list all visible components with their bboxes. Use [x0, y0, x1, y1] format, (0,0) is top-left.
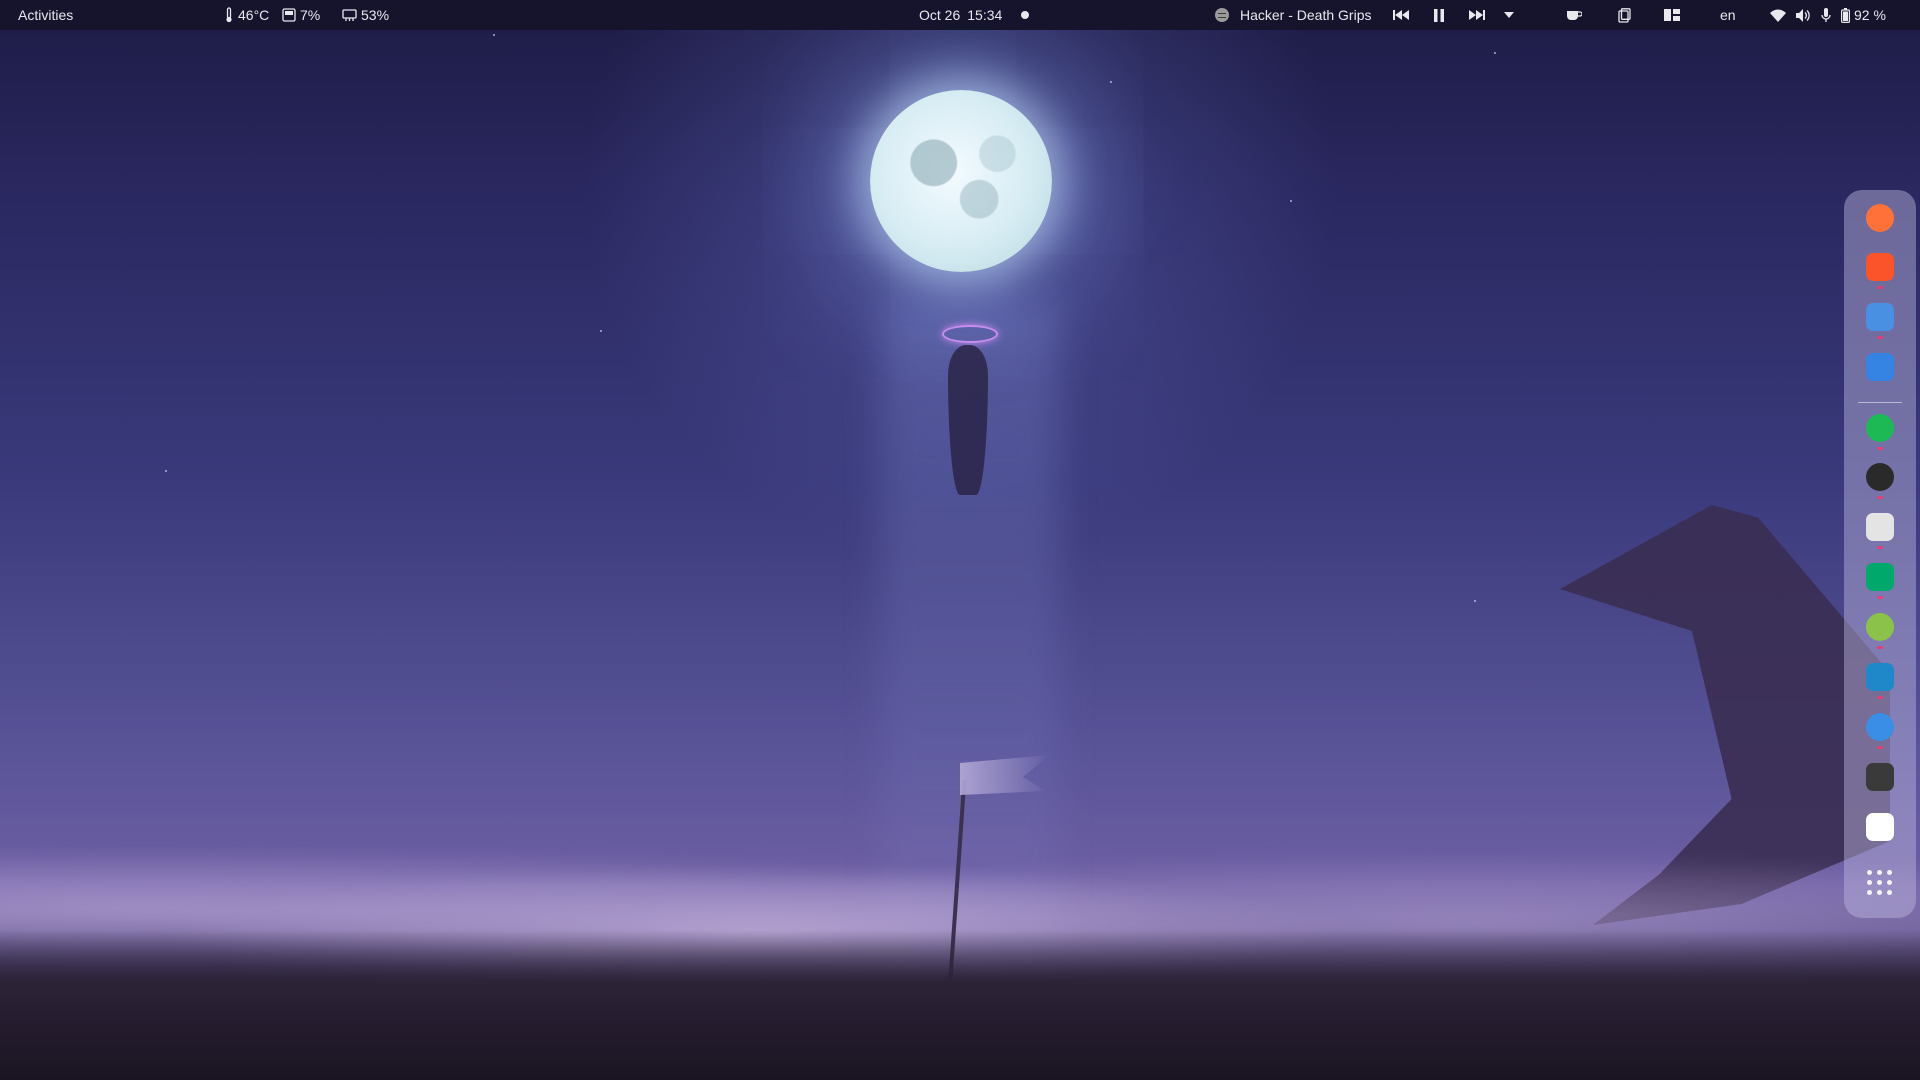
app-grid-icon: [1877, 880, 1882, 885]
date-label: Oct 26: [919, 7, 961, 23]
disk-indicator[interactable]: 7%: [282, 0, 320, 30]
skip-forward-icon: [1469, 10, 1485, 20]
star: [600, 330, 602, 332]
system-menu-button[interactable]: 92 %: [1770, 0, 1886, 30]
app-grid-icon: [1887, 890, 1892, 895]
pause-icon: [1434, 8, 1444, 22]
dock-separator: [1858, 402, 1902, 403]
time-label: 15:34: [967, 7, 1003, 23]
star: [165, 470, 167, 472]
moon: [870, 90, 1052, 272]
next-track-button[interactable]: [1469, 0, 1485, 30]
running-indicator: [1877, 596, 1883, 599]
battery-icon: [1841, 7, 1850, 23]
previous-track-button[interactable]: [1393, 0, 1409, 30]
archive-icon[interactable]: [1866, 763, 1894, 791]
running-indicator: [1877, 746, 1883, 749]
star: [1290, 200, 1292, 202]
thermometer-icon: [226, 7, 232, 23]
running-indicator: [1877, 336, 1883, 339]
calculator-icon[interactable]: [1866, 513, 1894, 541]
clipboard-button[interactable]: [1618, 0, 1631, 30]
halo: [942, 325, 998, 343]
spotify-icon[interactable]: [1866, 414, 1894, 442]
temperature-value: 46°C: [238, 7, 270, 23]
disk-icon: [282, 8, 296, 22]
software-icon[interactable]: [1866, 353, 1894, 381]
microphone-icon: [1821, 7, 1831, 22]
skip-back-icon: [1393, 10, 1409, 20]
floating-figure: [948, 345, 988, 495]
app-grid-icon: [1887, 880, 1892, 885]
running-indicator: [1877, 546, 1883, 549]
battery-indicator: 92 %: [1841, 7, 1886, 23]
play-pause-button[interactable]: [1433, 0, 1445, 30]
memory-icon: [342, 8, 357, 21]
coffee-cup-icon: [1567, 11, 1582, 20]
star: [493, 34, 495, 36]
desktop-wallpaper: [0, 0, 1920, 1080]
extensions-icon[interactable]: [1866, 613, 1894, 641]
media-player-icon: [1215, 8, 1229, 22]
app-grid-icon: [1867, 880, 1872, 885]
star: [1494, 52, 1496, 54]
keyboard-layout-label: en: [1720, 7, 1736, 23]
now-playing[interactable]: Hacker - Death Grips: [1215, 0, 1371, 30]
activities-label: Activities: [18, 7, 74, 23]
arch-app-icon[interactable]: [1866, 463, 1894, 491]
app-grid-icon: [1867, 890, 1872, 895]
app-grid-icon: [1877, 870, 1882, 875]
clipboard-icon: [1618, 7, 1631, 23]
notification-dot-icon: [1021, 11, 1029, 19]
running-indicator: [1877, 286, 1883, 289]
running-indicator: [1877, 646, 1883, 649]
running-indicator: [1877, 496, 1883, 499]
top-bar: Activities 46°C 7% 53% Oct 26 15:34 Hack…: [0, 0, 1920, 30]
firefox-icon[interactable]: [1866, 204, 1894, 232]
trash-icon[interactable]: [1866, 813, 1894, 841]
battery-value: 92 %: [1854, 7, 1886, 23]
temperature-indicator[interactable]: 46°C: [224, 0, 269, 30]
ground: [0, 930, 1920, 1080]
settings-icon[interactable]: [1866, 663, 1894, 691]
show-apps-button[interactable]: [1867, 870, 1893, 896]
window-layout-button[interactable]: [1664, 0, 1680, 30]
wifi-icon: [1770, 9, 1786, 22]
clock-button[interactable]: Oct 26 15:34: [919, 0, 1002, 30]
files-icon[interactable]: [1866, 303, 1894, 331]
keyboard-layout-button[interactable]: en: [1720, 0, 1736, 30]
now-playing-title: Hacker - Death Grips: [1240, 7, 1372, 23]
star: [1110, 81, 1112, 83]
tiling-layout-icon: [1664, 9, 1680, 21]
media-menu-button[interactable]: [1504, 0, 1514, 30]
dock: [1844, 190, 1916, 918]
toggle-app-icon[interactable]: [1866, 713, 1894, 741]
activities-button[interactable]: Activities: [18, 0, 73, 30]
app-grid-icon: [1867, 870, 1872, 875]
running-indicator: [1877, 447, 1883, 450]
app-grid-icon: [1877, 890, 1882, 895]
chevron-down-icon: [1504, 12, 1514, 18]
brave-icon[interactable]: [1866, 253, 1894, 281]
notification-indicator[interactable]: [1021, 0, 1029, 30]
caffeine-button[interactable]: [1566, 0, 1582, 30]
disk-value: 7%: [300, 7, 321, 23]
terminal-app-icon[interactable]: [1866, 563, 1894, 591]
memory-value: 53%: [361, 7, 390, 23]
app-grid-icon: [1887, 870, 1892, 875]
star: [1474, 600, 1476, 602]
running-indicator: [1877, 696, 1883, 699]
volume-icon: [1796, 8, 1810, 22]
memory-indicator[interactable]: 53%: [342, 0, 389, 30]
